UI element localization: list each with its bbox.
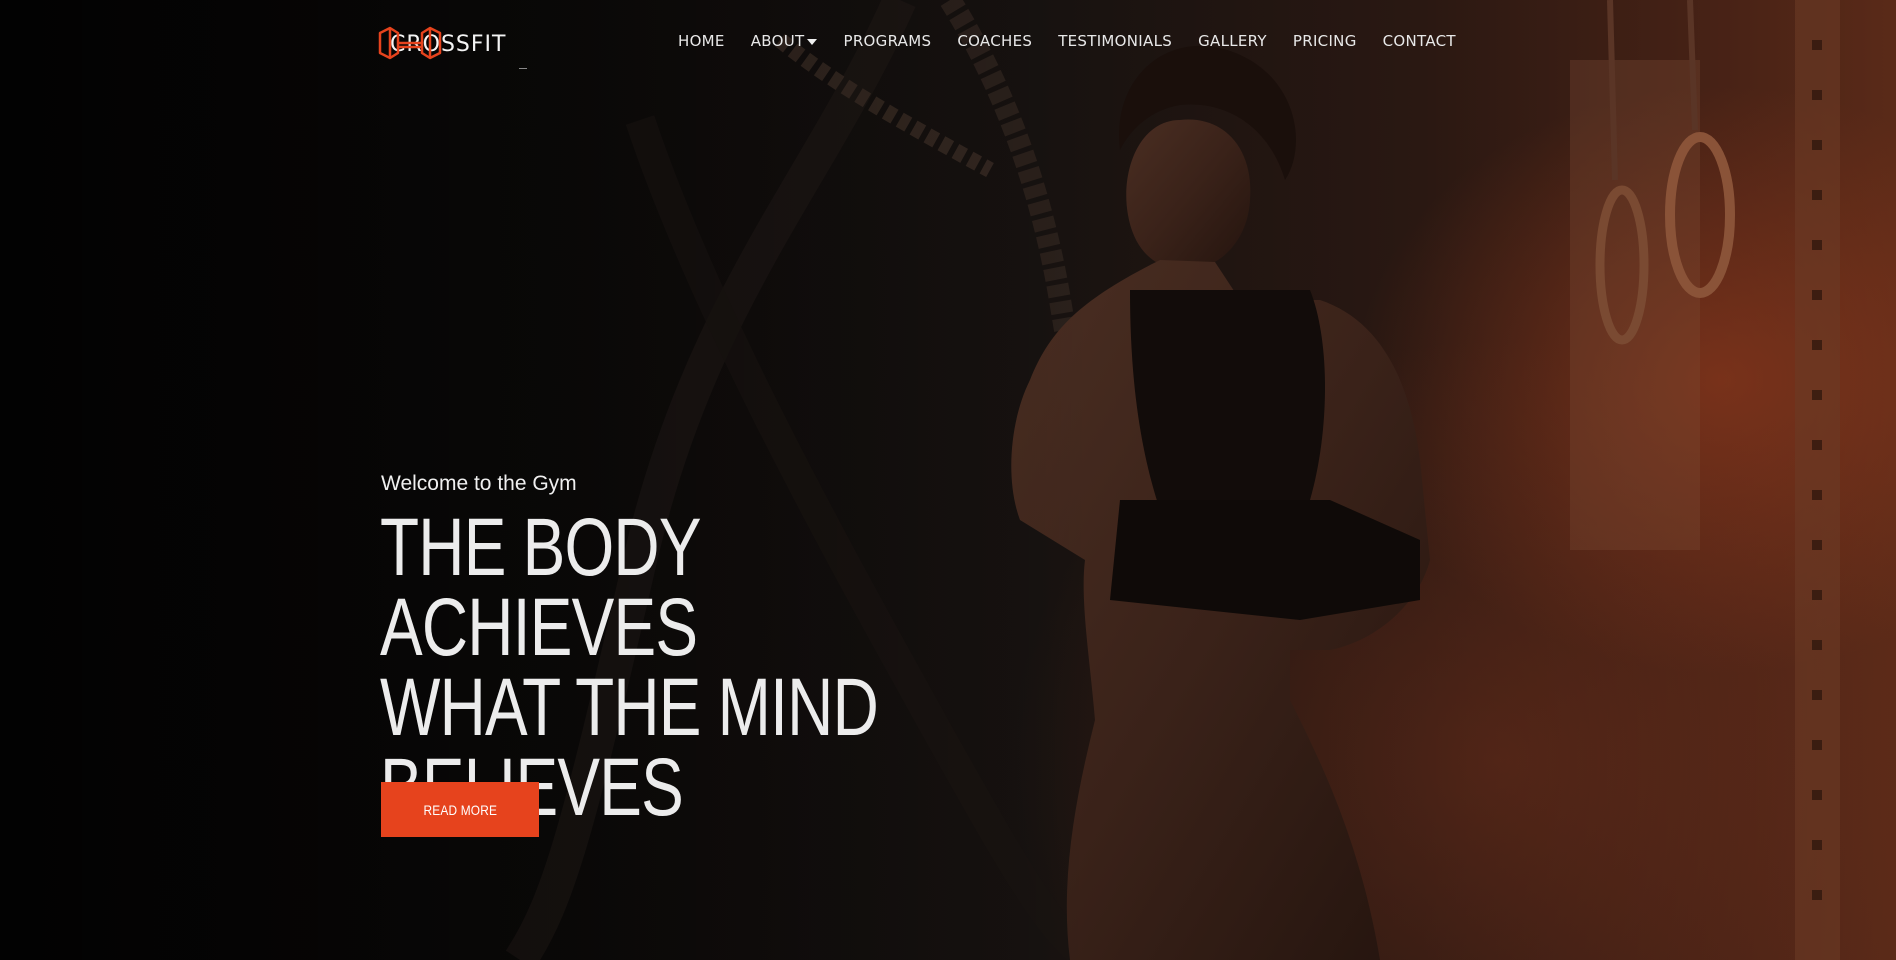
nav-item-label: TESTIMONIALS <box>1058 32 1173 50</box>
hero-content: Welcome to the Gym THE BODY ACHIEVES WHA… <box>380 472 1080 829</box>
nav-item-label: COACHES <box>957 32 1033 50</box>
nav-item-label: HOME <box>678 32 725 50</box>
nav-item-gallery[interactable]: GALLERY <box>1198 32 1267 50</box>
nav-item-label: PRICING <box>1292 32 1357 50</box>
nav-item-label: CONTACT <box>1382 32 1456 50</box>
hero-eyebrow: Welcome to the Gym <box>381 472 577 495</box>
nav-item-programs[interactable]: PROGRAMS <box>843 32 931 50</box>
nav-item-pricing[interactable]: PRICING <box>1293 32 1357 50</box>
nav-item-label: ABOUT <box>750 32 805 50</box>
read-more-label: READ MORE <box>423 801 497 818</box>
nav-item-testimonials[interactable]: TESTIMONIALS <box>1058 32 1172 50</box>
nav-item-home[interactable]: HOME <box>678 32 725 50</box>
brand-underline-divider <box>519 68 527 69</box>
main-menu: HOME ABOUT PROGRAMS COACHES TESTIMONIALS… <box>678 32 1456 50</box>
hero-section: CROSSFIT HOME ABOUT PROGRAMS COACHES TES… <box>0 0 1896 960</box>
hero-headline: THE BODY ACHIEVES WHAT THE MIND BELIEVES <box>380 502 973 829</box>
nav-item-about[interactable]: ABOUT <box>751 32 818 50</box>
read-more-button[interactable]: READ MORE <box>381 782 539 837</box>
brand-logo-link[interactable]: CROSSFIT <box>376 24 506 64</box>
nav-item-contact[interactable]: CONTACT <box>1383 32 1456 50</box>
nav-item-label: GALLERY <box>1198 32 1267 50</box>
top-navbar: CROSSFIT HOME ABOUT PROGRAMS COACHES TES… <box>0 0 1896 86</box>
hero-headline-line: THE BODY ACHIEVES <box>380 502 700 673</box>
hero-headline-line: WHAT THE MIND <box>380 662 879 753</box>
nav-item-label: PROGRAMS <box>843 32 932 50</box>
chevron-down-icon <box>807 39 818 45</box>
nav-item-coaches[interactable]: COACHES <box>957 32 1032 50</box>
